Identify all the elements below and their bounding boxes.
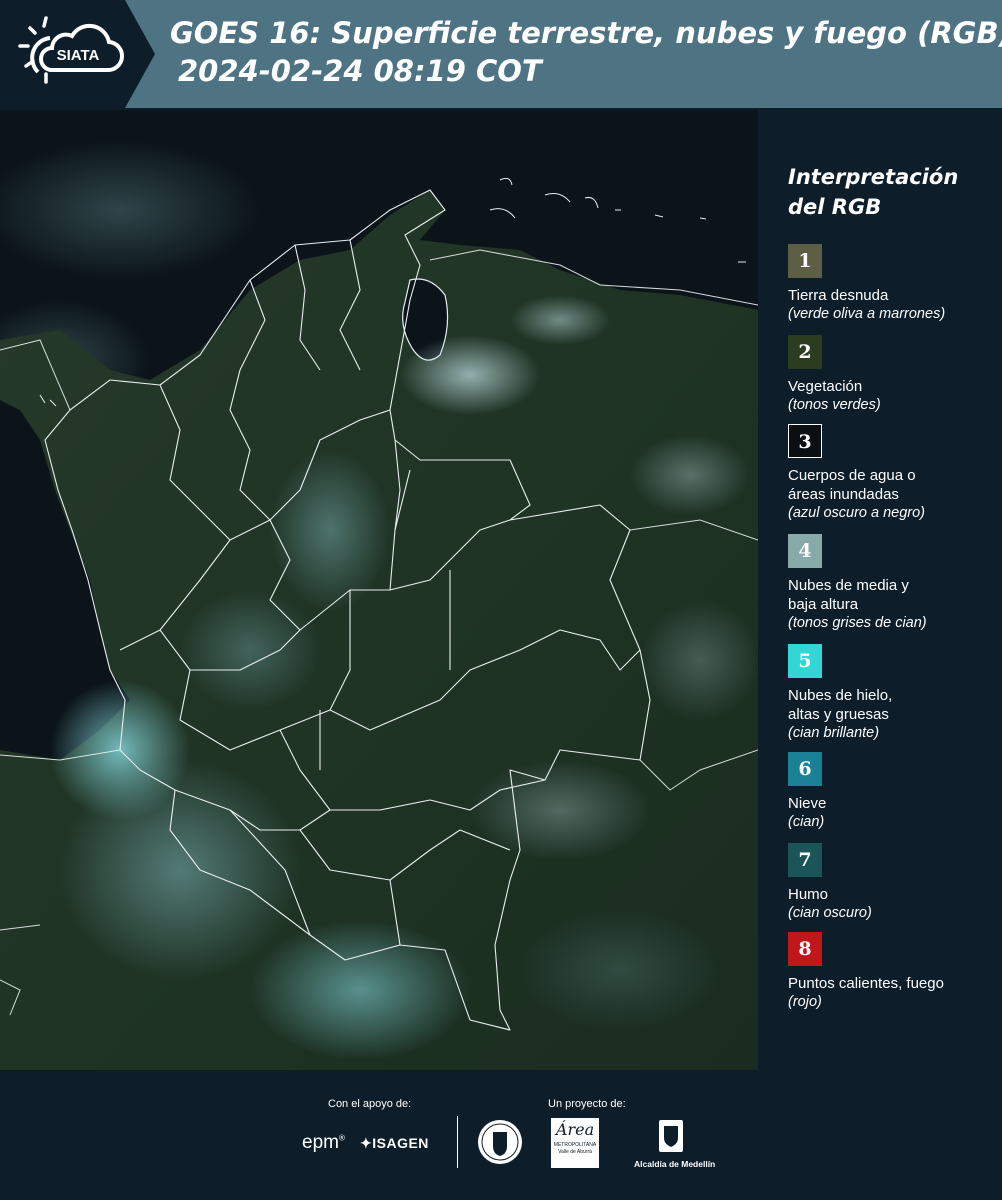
legend-label: Nubes de hielo, altas y gruesas — [788, 687, 893, 723]
alcaldia-logo: Alcaldía de Medellín — [634, 1118, 715, 1169]
legend-item-ice-clouds: 5 Nubes de hielo, altas y gruesas (cian … — [788, 644, 998, 743]
legend-desc: (tonos verdes) — [788, 397, 881, 413]
legend-label: Vegetación — [788, 378, 863, 395]
header-bar: SIATA GOES 16: Superficie terrestre, nub… — [0, 0, 1002, 108]
isagen-text: ISAGEN — [372, 1135, 429, 1151]
title-timestamp: 2024-02-24 08:19 COT — [178, 54, 542, 88]
legend-item-hotspots: 8 Puntos calientes, fuego (rojo) — [788, 932, 998, 1012]
legend-item-smoke: 7 Humo (cian oscuro) — [788, 843, 998, 923]
legend-title-line1: Interpretación — [788, 165, 959, 189]
project-label: Un proyecto de: — [548, 1098, 626, 1110]
legend-label: Tierra desnuda — [788, 287, 889, 304]
area-text: Área — [555, 1120, 595, 1139]
legend-label: Puntos calientes, fuego — [788, 975, 944, 992]
legend-swatch: 2 — [788, 335, 822, 369]
page-title: GOES 16: Superficie terrestre, nubes y f… — [170, 14, 1002, 90]
siata-logo: SIATA — [0, 0, 155, 108]
medellin-seal-icon — [476, 1118, 524, 1171]
area-metropolitana-logo: Área METROPOLITANA Valle de Aburrá — [551, 1118, 599, 1168]
legend-swatch: 1 — [788, 244, 822, 278]
isagen-logo: ✦ISAGEN — [360, 1135, 429, 1152]
rgb-legend: Interpretación del RGB 1 Tierra desnuda … — [762, 110, 1002, 1070]
isagen-icon: ✦ — [360, 1135, 373, 1151]
legend-title-line2: del RGB — [788, 195, 882, 219]
legend-item-water: 3 Cuerpos de agua o áreas inundadas (azu… — [788, 424, 998, 523]
legend-label: Nieve — [788, 795, 827, 812]
footer-sponsors: Con el apoyo de: Un proyecto de: epm® ✦I… — [0, 1072, 1002, 1200]
legend-swatch: 4 — [788, 534, 822, 568]
alcaldia-shield-icon — [659, 1120, 683, 1152]
legend-label: Humo — [788, 886, 829, 903]
satellite-map[interactable] — [0, 110, 758, 1070]
legend-desc: (cian) — [788, 814, 825, 830]
legend-label: Nubes de media y baja altura — [788, 577, 909, 613]
legend-swatch: 5 — [788, 644, 822, 678]
area-text-2: METROPOLITANA — [553, 1142, 597, 1148]
support-label: Con el apoyo de: — [328, 1098, 412, 1110]
legend-item-mid-low-clouds: 4 Nubes de media y baja altura (tonos gr… — [788, 534, 998, 633]
epm-logo: epm® — [302, 1132, 345, 1153]
legend-desc: (azul oscuro a negro) — [788, 505, 926, 521]
legend-item-snow: 6 Nieve (cian) — [788, 752, 998, 832]
legend-desc: (cian oscuro) — [788, 905, 872, 921]
footer-divider — [457, 1116, 458, 1168]
legend-swatch: 7 — [788, 843, 822, 877]
legend-desc: (tonos grises de cian) — [788, 615, 927, 631]
legend-title: Interpretación del RGB — [788, 162, 998, 222]
legend-label: Cuerpos de agua o áreas inundadas — [788, 467, 916, 503]
legend-desc: (verde oliva a marrones) — [788, 306, 946, 322]
alcaldia-text: Alcaldía de Medellín — [634, 1159, 716, 1169]
title-product: GOES 16: Superficie terrestre, nubes y f… — [170, 16, 1002, 50]
logo-text: SIATA — [57, 47, 100, 64]
legend-swatch: 8 — [788, 932, 822, 966]
legend-item-bare-soil: 1 Tierra desnuda (verde oliva a marrones… — [788, 244, 998, 324]
area-text-3: Valle de Aburrá — [558, 1149, 592, 1155]
legend-desc: (rojo) — [788, 994, 822, 1010]
legend-desc: (cian brillante) — [788, 725, 880, 741]
legend-item-vegetation: 2 Vegetación (tonos verdes) — [788, 335, 998, 415]
legend-swatch: 3 — [788, 424, 822, 458]
legend-swatch: 6 — [788, 752, 822, 786]
epm-text: epm — [302, 1132, 339, 1153]
